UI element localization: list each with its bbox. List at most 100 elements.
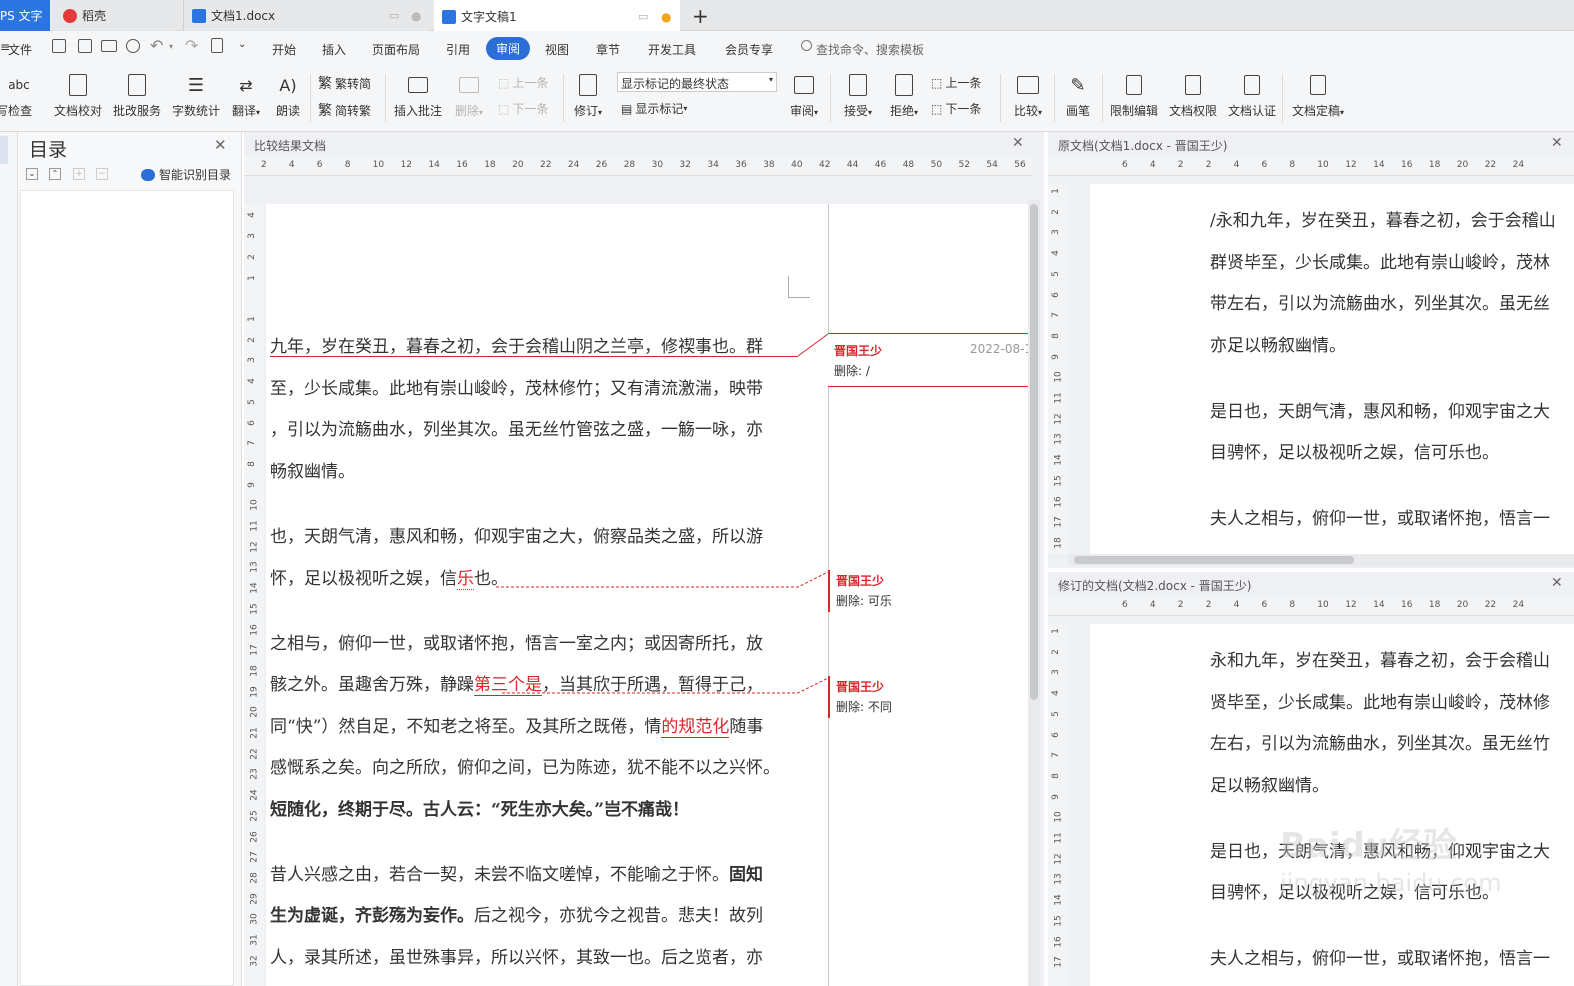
text-line[interactable]: 贤毕至，少长咸集。此地有崇山峻岭，茂林修: [1210, 688, 1550, 713]
text-line[interactable]: 左右，引以为流觞曲水，列坐其次。虽无丝竹: [1210, 729, 1550, 754]
redo-icon[interactable]: ↷: [185, 36, 198, 55]
doc-proof-button[interactable]: 文档校对: [52, 66, 104, 128]
window-icon[interactable]: ▭: [389, 9, 399, 22]
text-line[interactable]: 足以畅叙幽情。: [1210, 771, 1329, 796]
comment-balloon[interactable]: 晋国王少 2022-08-1 删除: /: [828, 333, 1032, 387]
left-nav-strip: [0, 132, 18, 986]
window-icon[interactable]: ▭: [638, 10, 648, 23]
display-mode-select[interactable]: 显示标记的最终状态 ▾: [617, 72, 777, 92]
doc-cert-button[interactable]: 文档认证: [1226, 66, 1278, 128]
menu-chapter[interactable]: 章节: [596, 41, 620, 58]
new-tab-button[interactable]: +: [686, 0, 716, 31]
export-pdf-icon[interactable]: [78, 39, 92, 53]
reject-button[interactable]: 拒绝▾: [884, 66, 924, 128]
review-pane-button[interactable]: 审阅▾: [785, 66, 823, 128]
menu-start[interactable]: 开始: [272, 41, 296, 58]
tab-doc-active[interactable]: 文字文稿1 ▭ ●: [434, 0, 680, 31]
tab-daoke[interactable]: 稻壳: [55, 0, 175, 31]
simp-to-trad-button[interactable]: 繁简转繁: [318, 100, 371, 120]
smart-toc-button[interactable]: 智能识别目录: [141, 166, 231, 183]
compare-button[interactable]: 比较▾: [1008, 66, 1048, 128]
menu-vip[interactable]: 会员专享: [725, 41, 773, 58]
track-changes-button[interactable]: 修订▾: [568, 66, 608, 128]
ruler-tick-label: 6: [1122, 160, 1128, 170]
trad-simp-icon: 繁: [318, 76, 332, 92]
scrollbar-thumb[interactable]: [1074, 556, 1354, 564]
doc-final-button[interactable]: 文档定稿▾: [1288, 66, 1348, 128]
text-line[interactable]: 带左右，引以为流觞曲水，列坐其次。虽无丝: [1210, 289, 1550, 314]
close-icon[interactable]: ✕: [1551, 135, 1563, 151]
save-icon[interactable]: [52, 39, 66, 53]
more-dropdown-icon[interactable]: ⌄: [238, 39, 246, 50]
close-icon[interactable]: ✕: [1551, 575, 1563, 591]
print-icon[interactable]: [101, 40, 117, 52]
translate-button[interactable]: ⇄ 翻译▾: [228, 66, 264, 128]
text-line[interactable]: 是日也，天朗气清，惠风和畅，仰观宇宙之大: [1210, 397, 1550, 422]
collapse-all-icon[interactable]: ⌃: [49, 168, 61, 180]
trad-to-simp-button[interactable]: 繁繁转简: [318, 73, 371, 93]
text-line[interactable]: 目骋怀，足以极视听之娱，信可乐也。: [1210, 438, 1499, 463]
read-aloud-button[interactable]: A) 朗读: [270, 66, 306, 128]
nav-toc-tab[interactable]: [0, 136, 8, 164]
comment-balloon[interactable]: 晋国王少 删除: 可乐: [828, 570, 1028, 612]
menu-page-layout[interactable]: 页面布局: [372, 41, 420, 58]
spellcheck-button[interactable]: abc 拼写检查: [0, 66, 44, 128]
delete-comment-icon: [456, 72, 482, 98]
close-dot-icon[interactable]: ●: [411, 9, 421, 23]
text-line[interactable]: 夫人之相与，俯仰一世，或取诸怀抱，悟言一: [1210, 504, 1550, 529]
horizontal-scrollbar[interactable]: [1068, 554, 1574, 566]
menu-view[interactable]: 视图: [545, 41, 569, 58]
show-markup-button[interactable]: ▤ 显示标记 ▾: [621, 100, 687, 117]
print-preview-icon[interactable]: [126, 39, 140, 53]
expand-all-icon[interactable]: ⌄: [26, 168, 38, 180]
horizontal-ruler: 2 4 6 8 10 12 14 16 18 20 22 24 26 28 30 32 34 36 38 40 42 44…: [244, 156, 1032, 176]
ruler-tick-label: 4: [1233, 160, 1240, 170]
comment-balloon[interactable]: 晋国王少 删除: 不同: [828, 676, 1028, 718]
insert-comment-button[interactable]: 插入批注: [392, 66, 444, 128]
vertical-scrollbar[interactable]: [1028, 200, 1040, 986]
tab-doc1[interactable]: 文档1.docx ▭ ●: [183, 0, 428, 31]
tab-wps-home[interactable]: WPS 文字: [0, 0, 50, 31]
text-line[interactable]: 夫人之相与，俯仰一世，或取诸怀抱，悟言一: [1210, 944, 1550, 969]
text-line[interactable]: 永和九年，岁在癸丑，暮春之初，会于会稽山: [1210, 646, 1550, 671]
horizontal-ruler: 6 4 2 2 4 6 8 10 12 14 16 18 20 22 24: [1048, 596, 1574, 616]
next-comment-button[interactable]: ⬚ 下一条: [498, 100, 548, 117]
comment-text: 删除: 不同: [836, 700, 892, 714]
prev-change-button[interactable]: ⬚ 上一条: [931, 74, 981, 91]
menu-dev-tools[interactable]: 开发工具: [648, 41, 696, 58]
close-icon[interactable]: ✕: [1012, 135, 1024, 151]
menu-insert[interactable]: 插入: [322, 41, 346, 58]
review-service-button[interactable]: 批改服务: [111, 66, 163, 128]
undo-icon[interactable]: ↶: [150, 36, 163, 55]
accept-button[interactable]: 接受▾: [838, 66, 878, 128]
doc-rights-button[interactable]: 文档权限: [1167, 66, 1219, 128]
text-line[interactable]: /永和九年，岁在癸丑，暮春之初，会于会稽山: [1210, 206, 1556, 231]
close-icon[interactable]: ✕: [214, 136, 227, 154]
format-painter-icon[interactable]: [211, 38, 223, 53]
scrollbar-thumb[interactable]: [1030, 204, 1038, 700]
menu-reference[interactable]: 引用: [446, 41, 470, 58]
add-level-icon[interactable]: +: [73, 168, 85, 180]
word-count-button[interactable]: ☰ 字数统计: [170, 66, 222, 128]
comment-author: 晋国王少: [836, 574, 885, 588]
undo-dropdown-icon[interactable]: ▾: [169, 42, 173, 51]
delete-comment-label: 删除▾: [454, 104, 484, 118]
remove-level-icon[interactable]: −: [96, 168, 108, 180]
prev-comment-button[interactable]: ⬚ 上一条: [498, 74, 548, 91]
pen-button[interactable]: ✎ 画笔: [1060, 66, 1096, 128]
text-line[interactable]: 群贤毕至，少长咸集。此地有崇山峻岭，茂林: [1210, 248, 1550, 273]
ruler-tick-label: 28: [623, 160, 636, 170]
unsaved-dot-icon[interactable]: ●: [661, 10, 671, 24]
tab-bar: WPS 文字 稻壳 文档1.docx ▭ ● 文字文稿1 ▭ ● +: [0, 0, 1574, 31]
menu-file[interactable]: 文件: [8, 41, 32, 58]
search-commands-input[interactable]: 查找命令、搜索模板: [816, 41, 924, 58]
menu-review-active[interactable]: 审阅: [486, 37, 531, 60]
search-icon[interactable]: [801, 40, 812, 51]
restrict-edit-label: 限制编辑: [1109, 104, 1158, 118]
restrict-edit-button[interactable]: 限制编辑: [1108, 66, 1160, 128]
ruler-tick-label: 13: [249, 561, 260, 574]
text-line[interactable]: 亦足以畅叙幽情。: [1210, 331, 1346, 356]
next-change-button[interactable]: ⬚ 下一条: [931, 100, 981, 117]
delete-comment-button[interactable]: 删除▾: [450, 66, 488, 128]
ruler-tick-label: 3: [1050, 669, 1061, 676]
